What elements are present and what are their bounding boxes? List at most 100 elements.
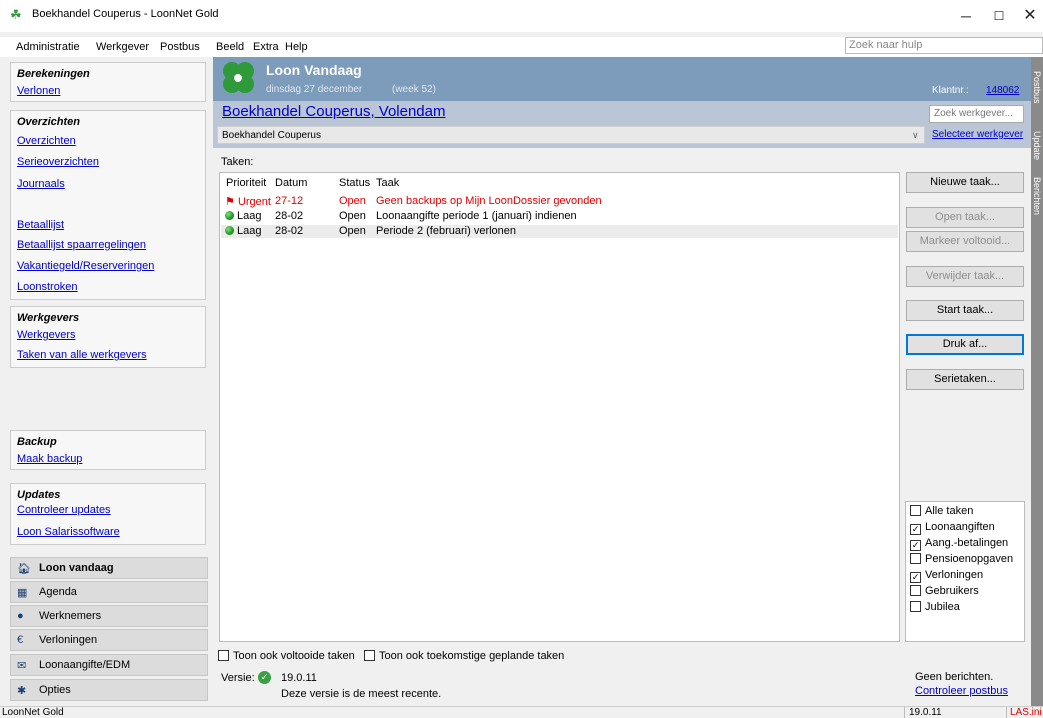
link-vakantiegeld[interactable]: Vakantiegeld/Reserveringen xyxy=(17,260,154,272)
panel-werkgevers: Werkgevers Werkgevers Taken van alle wer… xyxy=(10,306,206,368)
version-message: Deze versie is de meest recente. xyxy=(281,688,442,700)
mark-done-button[interactable]: Markeer voltooid... xyxy=(906,231,1024,252)
status-cell: Open xyxy=(339,210,366,222)
link-verlonen[interactable]: Verlonen xyxy=(17,85,60,97)
green-dot-icon xyxy=(225,211,234,220)
filter-verloningen[interactable]: ✓ Verloningen xyxy=(910,569,983,583)
nav-loonaangifte[interactable]: ✉ Loonaangifte/EDM xyxy=(10,654,208,676)
window-title: Boekhandel Couperus - LoonNet Gold xyxy=(32,8,219,20)
euro-icon: € xyxy=(17,634,24,646)
link-journaals[interactable]: Journaals xyxy=(17,178,65,190)
link-werkgevers[interactable]: Werkgevers xyxy=(17,329,75,341)
nav-label: Agenda xyxy=(39,586,77,598)
link-serieoverzichten[interactable]: Serieoverzichten xyxy=(17,156,99,168)
header-week: (week 52) xyxy=(392,84,436,95)
version-label: Versie: xyxy=(221,672,255,684)
filter-aang-betalingen[interactable]: ✓ Aang.-betalingen xyxy=(910,537,1008,551)
link-controleer-updates[interactable]: Controleer updates xyxy=(17,504,111,516)
calendar-icon: ▦ xyxy=(17,587,28,599)
green-dot-icon xyxy=(225,226,234,235)
show-completed-checkbox[interactable]: Toon ook voltooide taken xyxy=(218,650,355,662)
menu-werkgever[interactable]: Werkgever xyxy=(96,41,149,53)
series-tasks-button[interactable]: Serietaken... xyxy=(906,369,1024,390)
panel-updates: Updates Controleer updates Loon Salariss… xyxy=(10,483,206,545)
panel-title: Overzichten xyxy=(17,116,80,128)
column-header[interactable]: Status xyxy=(339,177,370,189)
delete-task-button[interactable]: Verwijder taak... xyxy=(906,266,1024,287)
flag-icon: ⚑ xyxy=(225,196,235,208)
priority-cell: Laag xyxy=(225,210,261,222)
filter-gebruikers[interactable]: Gebruikers xyxy=(910,585,979,597)
filter-alle-taken[interactable]: Alle taken xyxy=(910,505,973,517)
link-maak-backup[interactable]: Maak backup xyxy=(17,453,82,465)
tasks-label: Taken: xyxy=(221,156,254,168)
table-row[interactable]: ⚑ Urgent 27-12 Open Geen backups op Mijn… xyxy=(221,195,898,208)
klantnr-link[interactable]: 148062 xyxy=(986,85,1019,96)
tab-berichten[interactable]: Berichten xyxy=(1032,177,1042,215)
link-betaallijst-spaar[interactable]: Betaallijst spaarregelingen xyxy=(17,239,146,251)
menu-administratie[interactable]: Administratie xyxy=(16,41,80,53)
nav-loon-vandaag[interactable]: 🏠︎ Loon vandaag xyxy=(10,557,208,579)
link-loon-salarissoftware[interactable]: Loon Salarissoftware xyxy=(17,526,120,538)
status-bar xyxy=(0,706,1043,718)
show-future-checkbox[interactable]: Toon ook toekomstige geplande taken xyxy=(364,650,564,662)
nav-opties[interactable]: ✱ Opties xyxy=(10,679,208,701)
company-link[interactable]: Boekhandel Couperus, Volendam xyxy=(222,103,446,120)
checkbox-checked[interactable]: ✓ xyxy=(910,524,921,535)
status-cell: Open xyxy=(339,195,366,207)
panel-backup: Backup Maak backup xyxy=(10,430,206,470)
search-werkgever-input[interactable]: Zoek werkgever... xyxy=(929,105,1024,123)
link-betaallijst[interactable]: Betaallijst xyxy=(17,219,64,231)
table-row[interactable]: Laag 28-02 Open Periode 2 (februari) ver… xyxy=(221,225,898,238)
column-header[interactable]: Prioriteit xyxy=(226,177,266,189)
panel-title: Werkgevers xyxy=(17,312,80,324)
menu-help[interactable]: Help xyxy=(285,41,308,53)
clover-logo-icon xyxy=(223,62,254,93)
priority-cell: ⚑ Urgent xyxy=(225,196,271,208)
filter-pensioenopgaven[interactable]: Pensioenopgaven xyxy=(910,553,1013,565)
menu-beeld[interactable]: Beeld xyxy=(216,41,244,53)
checkbox-checked[interactable]: ✓ xyxy=(910,540,921,551)
nav-werknemers[interactable]: ● Werknemers xyxy=(10,605,208,627)
checkbox[interactable] xyxy=(910,505,921,516)
filter-jubilea[interactable]: Jubilea xyxy=(910,601,960,613)
check-circle-icon: ✓ xyxy=(258,671,271,684)
task-filter-list: Alle taken ✓ Loonaangiften ✓ Aang.-betalin… xyxy=(905,501,1025,642)
checkbox-checked[interactable]: ✓ xyxy=(910,572,921,583)
help-search-input[interactable]: Zoek naar hulp xyxy=(845,37,1043,54)
menu-extra[interactable]: Extra xyxy=(253,41,279,53)
link-overzichten[interactable]: Overzichten xyxy=(17,135,76,147)
start-task-button[interactable]: Start taak... xyxy=(906,300,1024,321)
column-header[interactable]: Datum xyxy=(275,177,307,189)
nav-verloningen[interactable]: € Verloningen xyxy=(10,629,208,651)
person-icon: ● xyxy=(17,610,24,622)
checkbox[interactable] xyxy=(218,650,229,661)
nav-agenda[interactable]: ▦ Agenda xyxy=(10,581,208,603)
klantnr-label: Klantnr.: xyxy=(932,85,969,96)
link-taken-alle-werkgevers[interactable]: Taken van alle werkgevers xyxy=(17,349,147,361)
check-mailbox-link[interactable]: Controleer postbus xyxy=(915,685,1008,697)
home-icon: 🏠︎ xyxy=(17,563,31,575)
menu-postbus[interactable]: Postbus xyxy=(160,41,200,53)
link-loonstroken[interactable]: Loonstroken xyxy=(17,281,78,293)
filter-loonaangiften[interactable]: ✓ Loonaangiften xyxy=(910,521,995,535)
checkbox[interactable] xyxy=(364,650,375,661)
nav-label: Loonaangifte/EDM xyxy=(39,659,131,671)
checkbox[interactable] xyxy=(910,553,921,564)
task-table[interactable]: Prioriteit Datum Status Taak ⚑ Urgent 27… xyxy=(219,172,900,642)
column-header[interactable]: Taak xyxy=(376,177,399,189)
print-button[interactable]: Druk af... xyxy=(906,334,1024,355)
open-task-button[interactable]: Open taak... xyxy=(906,207,1024,228)
date-cell: 28-02 xyxy=(275,225,304,237)
checkbox[interactable] xyxy=(910,601,921,612)
select-werkgever-link[interactable]: Selecteer werkgever xyxy=(932,129,1023,140)
gear-icon: ✱ xyxy=(17,685,27,697)
company-select[interactable]: Boekhandel Couperus xyxy=(217,126,925,144)
tab-postbus[interactable]: Postbus xyxy=(1032,71,1042,104)
tab-update[interactable]: Update xyxy=(1032,131,1042,160)
new-task-button[interactable]: Nieuwe taak... xyxy=(906,172,1024,193)
close-icon[interactable]: ✕ xyxy=(1010,0,1043,32)
table-row[interactable]: Laag 28-02 Open Loonaangifte periode 1 (… xyxy=(221,210,898,223)
checkbox[interactable] xyxy=(910,585,921,596)
chevron-down-icon[interactable]: ∨ xyxy=(912,130,919,141)
